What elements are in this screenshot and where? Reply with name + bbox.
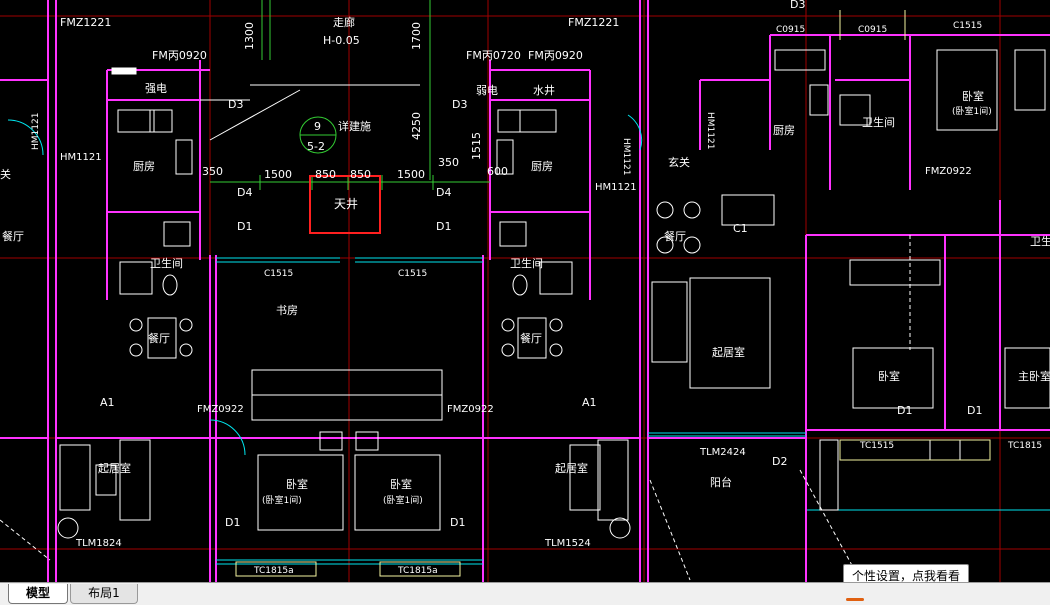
label-window: C1515 [953,21,982,31]
label-window: C1515 [264,269,293,279]
label-room-note: (卧室1间) [262,494,302,506]
label-door: D1 [450,516,465,529]
label-door: FMZ0922 [447,404,494,415]
label-dimension: 350 [202,165,223,178]
floor-plan-drawing[interactable]: FMZ1221 FMZ1221 走廊 H-0.05 1300 1700 4250… [0,0,1050,582]
label-room: 弱电 [476,84,498,97]
label-dimension: 350 [438,156,459,169]
label-room: 餐厅 [148,331,170,345]
label-room: 书房 [276,304,298,317]
label-mark: C1 [733,222,748,235]
label-mark: A1 [582,396,597,409]
label-door: TLM1824 [75,538,122,549]
label-window: TC1815a [397,566,438,576]
label-detail-sheet: 5-2 [307,140,325,153]
label-room: 厨房 [133,160,155,173]
label-room: 卧室 [286,477,308,491]
label-room: 主卧室 [1018,369,1050,383]
tab-layout1[interactable]: 布局1 [70,584,138,604]
label-room: 餐厅 [664,229,686,243]
label-window: C0915 [858,25,887,35]
label-lightwell: 天井 [334,197,358,211]
label-room: 卧室 [390,477,412,491]
label-mark: A1 [100,396,115,409]
label-room-note: (卧室1间) [383,494,423,506]
label-door: HM1121 [595,182,637,193]
label-room: 玄关 [668,155,690,169]
label-door: FMZ0922 [925,166,972,177]
label-room: 餐厅 [520,331,542,345]
label-door: FM丙0920 [152,49,207,62]
notification-mark [846,598,864,601]
label-dimension: 4250 [410,112,423,140]
label-dimension: 1300 [243,22,256,50]
label-dimension: 1700 [410,22,423,50]
label-door: D3 [452,98,467,111]
label-room: 起居室 [555,461,588,475]
label-dimension: 850 [350,168,371,181]
label-room: 走廊 [333,15,355,29]
label-door: HM1121 [621,138,631,175]
label-elevation: H-0.05 [323,34,360,47]
label-room: 卫生间 [510,256,543,270]
label-door: FMZ1221 [568,16,619,29]
label-door: FM丙0920 [528,49,583,62]
label-door: D3 [228,98,243,111]
label-door: FMZ1221 [60,16,111,29]
drawing-canvas[interactable]: FMZ1221 FMZ1221 走廊 H-0.05 1300 1700 4250… [0,0,1050,582]
label-room: 餐厅 [2,229,24,243]
label-window: TC1515 [859,441,894,451]
label-door: HM1121 [31,113,41,150]
label-room-note: (卧室1间) [952,105,992,117]
label-door: FM丙0720 [466,49,521,62]
tab-model[interactable]: 模型 [8,584,68,604]
label-room: 卧室 [878,369,900,383]
label-door: D1 [237,220,252,233]
label-door: TLM2424 [699,447,746,458]
label-dimension: 600 [487,165,508,178]
label-door: D1 [967,404,982,417]
label-room: 水井 [533,83,555,97]
layout-tab-bar: 模型 布局1 [0,582,1050,605]
label-detail-text: 详建施 [338,119,371,133]
label-door: D2 [772,455,787,468]
label-room: 起居室 [98,461,131,475]
label-door: HM1121 [705,112,715,149]
label-room: 厨房 [531,160,553,173]
label-room: 强电 [145,82,167,95]
label-door: D4 [237,186,252,199]
label-dimension: 1500 [264,168,292,181]
label-window: TC1815a [253,566,294,576]
label-room: 卫生间 [150,256,183,270]
label-door: D4 [436,186,451,199]
label-dimension: 850 [315,168,336,181]
label-room: 阳台 [710,475,732,489]
label-door: FMZ0922 [197,404,244,415]
label-room: 卫生间 [862,115,895,129]
label-detail-number: 9 [314,120,321,133]
label-window: C1515 [398,269,427,279]
label-window: C0915 [776,25,805,35]
label-door: TLM1524 [544,538,591,549]
label-door: D1 [436,220,451,233]
label-room: 关 [0,167,11,181]
label-dimension: 1515 [470,132,483,160]
label-dimension: 1500 [397,168,425,181]
label-door: D3 [790,0,805,11]
label-room: 卧室 [962,89,984,103]
label-room: 起居室 [712,345,745,359]
label-door: D1 [225,516,240,529]
label-door: D1 [897,404,912,417]
label-door: HM1121 [60,152,102,163]
label-window: TC1815 [1007,441,1042,451]
label-room: 卫生 [1030,234,1050,248]
label-room: 厨房 [773,124,795,137]
